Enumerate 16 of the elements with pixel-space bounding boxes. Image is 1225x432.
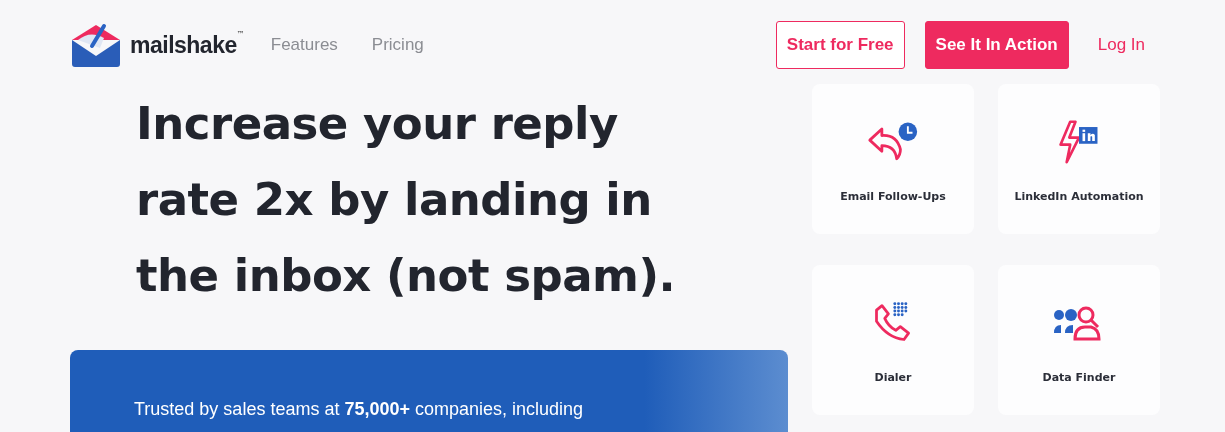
envelope-logo-icon[interactable] xyxy=(70,22,122,68)
feature-card[interactable]: Data Finder xyxy=(998,265,1160,415)
start-free-button[interactable]: Start for Free xyxy=(775,21,905,69)
login-link[interactable]: Log In xyxy=(1097,35,1145,55)
feature-card[interactable]: Dialer xyxy=(812,265,974,415)
feature-label: Dialer xyxy=(874,371,912,384)
brand-name[interactable]: mailshake xyxy=(130,31,237,59)
headline: Increase your reply rate 2x by landing in the inbox (not spam). xyxy=(136,96,676,304)
feature-label: Email Follow-Ups xyxy=(840,190,946,203)
trust-text: Trusted by sales teams at 75,000+ companies, including xyxy=(134,399,584,419)
feature-card[interactable]: LinkedIn Automation xyxy=(998,84,1160,234)
trademark: ™ xyxy=(236,30,245,39)
feature-label: LinkedIn Automation xyxy=(1014,190,1144,203)
feature-card[interactable]: Email Follow-Ups xyxy=(812,84,974,234)
see-action-button[interactable]: See It In Action xyxy=(924,21,1069,69)
feature-label: Data Finder xyxy=(1042,371,1116,384)
